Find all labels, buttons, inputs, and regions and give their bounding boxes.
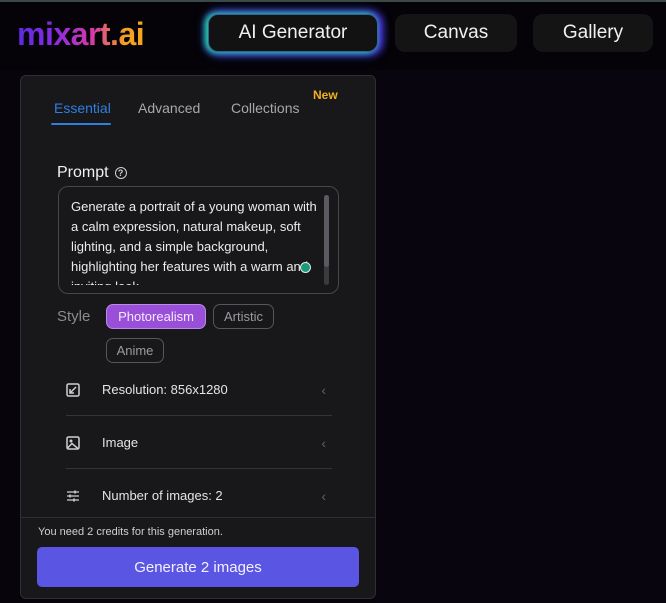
image-option[interactable]: Image ‹ bbox=[58, 416, 332, 469]
style-chip-photorealism[interactable]: Photorealism bbox=[106, 304, 206, 329]
resolution-label: Resolution: 856x1280 bbox=[102, 382, 228, 397]
generate-button[interactable]: Generate 2 images bbox=[37, 547, 359, 587]
nav-gallery[interactable]: Gallery bbox=[533, 14, 653, 52]
number-of-images-label: Number of images: 2 bbox=[102, 488, 223, 503]
prompt-scrollbar[interactable] bbox=[324, 195, 329, 285]
prompt-label-row: Prompt ? bbox=[57, 164, 127, 182]
prompt-text[interactable]: Generate a portrait of a young woman wit… bbox=[71, 197, 321, 285]
image-label: Image bbox=[102, 435, 139, 450]
sliders-icon bbox=[66, 489, 94, 503]
logo[interactable]: mixart.ai bbox=[17, 14, 145, 54]
chevron-left-icon: ‹ bbox=[321, 487, 326, 504]
number-of-images-option[interactable]: Number of images: 2 ‹ bbox=[58, 469, 332, 522]
generator-panel: Essential Advanced Collections New Promp… bbox=[20, 75, 376, 599]
active-tab-indicator bbox=[51, 123, 111, 125]
prompt-label: Prompt bbox=[57, 164, 109, 181]
prompt-input[interactable]: Generate a portrait of a young woman wit… bbox=[58, 186, 339, 294]
tab-collections[interactable]: Collections bbox=[231, 100, 299, 116]
scroll-thumb[interactable] bbox=[324, 195, 329, 267]
nav-canvas[interactable]: Canvas bbox=[395, 14, 517, 52]
style-label: Style bbox=[57, 308, 91, 325]
panel-footer: You need 2 credits for this generation. … bbox=[21, 517, 375, 598]
tab-essential[interactable]: Essential bbox=[54, 100, 111, 116]
credits-note: You need 2 credits for this generation. bbox=[38, 526, 223, 538]
resolution-option[interactable]: Resolution: 856x1280 ‹ bbox=[58, 363, 332, 416]
help-icon[interactable]: ? bbox=[114, 167, 127, 179]
chevron-left-icon: ‹ bbox=[321, 381, 326, 398]
preview-area bbox=[376, 70, 666, 603]
top-header: mixart.ai AI Generator Canvas Gallery bbox=[0, 0, 666, 70]
new-badge: New bbox=[313, 88, 338, 102]
top-strip bbox=[0, 0, 666, 2]
image-icon bbox=[66, 435, 94, 450]
style-chip-artistic[interactable]: Artistic bbox=[213, 304, 274, 329]
tab-advanced[interactable]: Advanced bbox=[138, 100, 200, 116]
nav-ai-generator[interactable]: AI Generator bbox=[208, 14, 378, 52]
resize-icon bbox=[66, 382, 94, 397]
grammar-check-icon[interactable] bbox=[300, 262, 311, 273]
style-chip-anime[interactable]: Anime bbox=[106, 338, 164, 363]
chevron-left-icon: ‹ bbox=[321, 434, 326, 451]
tab-bar: Essential Advanced Collections New bbox=[51, 88, 351, 126]
